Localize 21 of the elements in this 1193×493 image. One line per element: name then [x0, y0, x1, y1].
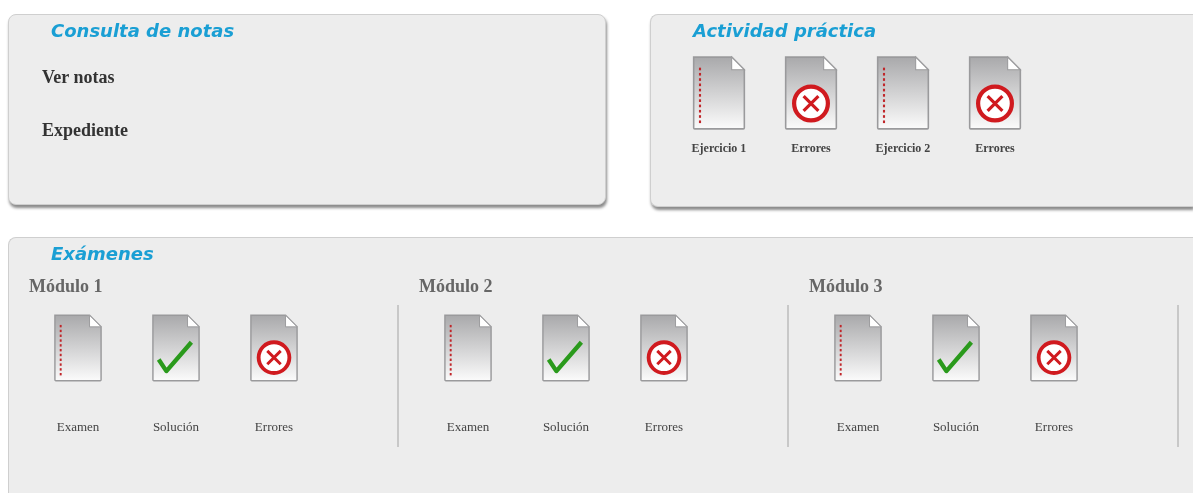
- file-link[interactable]: Examen: [836, 419, 880, 435]
- file-link[interactable]: Solución: [542, 419, 590, 435]
- module-title: Módulo 3: [809, 276, 883, 297]
- file-link[interactable]: Errores: [254, 419, 294, 435]
- file-link[interactable]: Solución: [152, 419, 200, 435]
- panel-title: Actividad práctica: [691, 19, 877, 41]
- file-link[interactable]: Errores: [1034, 419, 1074, 435]
- file-link[interactable]: Examen: [56, 419, 100, 435]
- nav-link[interactable]: Ver notas: [42, 67, 115, 88]
- file-link[interactable]: Errores: [975, 141, 1015, 156]
- file-link[interactable]: Ejercicio 2: [875, 141, 931, 156]
- file-link[interactable]: Errores: [791, 141, 831, 156]
- file-link[interactable]: Examen: [446, 419, 490, 435]
- panel-title: Exámenes: [50, 242, 154, 264]
- module-title: Módulo 2: [419, 276, 493, 297]
- module-title: Módulo 1: [29, 276, 103, 297]
- nav-link[interactable]: Expediente: [42, 120, 128, 141]
- file-link[interactable]: Errores: [644, 419, 684, 435]
- file-link[interactable]: Ejercicio 1: [691, 141, 747, 156]
- panel-title: Consulta de notas: [50, 19, 235, 41]
- file-link[interactable]: Solución: [932, 419, 980, 435]
